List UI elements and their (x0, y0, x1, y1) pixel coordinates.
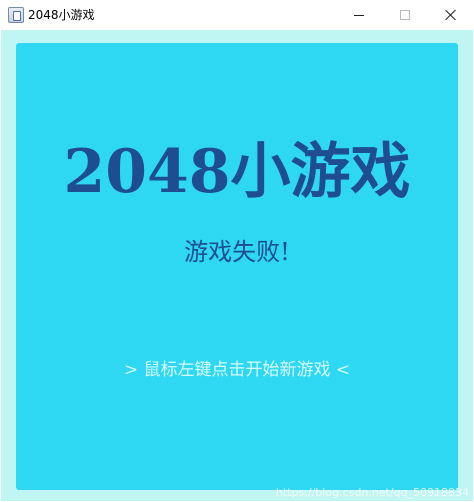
minimize-icon (354, 14, 364, 16)
close-button[interactable] (428, 0, 474, 30)
close-icon (445, 9, 457, 21)
new-game-prompt[interactable]: > 鼠标左键点击开始新游戏 < (16, 358, 458, 382)
minimize-button[interactable] (336, 0, 382, 30)
window-title: 2048小游戏 (28, 8, 95, 22)
watermark-text: https://blog.csdn.net/qq_50918834 (275, 486, 469, 499)
game-over-message: 游戏失败! (184, 238, 290, 266)
maximize-icon (400, 10, 410, 20)
game-panel[interactable]: 2048小游戏 游戏失败! > 鼠标左键点击开始新游戏 < (16, 43, 458, 490)
app-window: 2048小游戏 2048小游戏 游戏失败! > 鼠标左键点击开始新游戏 < ht… (0, 0, 474, 502)
game-frame: 2048小游戏 游戏失败! > 鼠标左键点击开始新游戏 < https://bl… (1, 30, 473, 501)
game-title: 2048小游戏 (63, 137, 411, 207)
title-bar[interactable]: 2048小游戏 (0, 0, 474, 30)
maximize-button[interactable] (382, 0, 428, 30)
java-app-icon (8, 7, 24, 23)
